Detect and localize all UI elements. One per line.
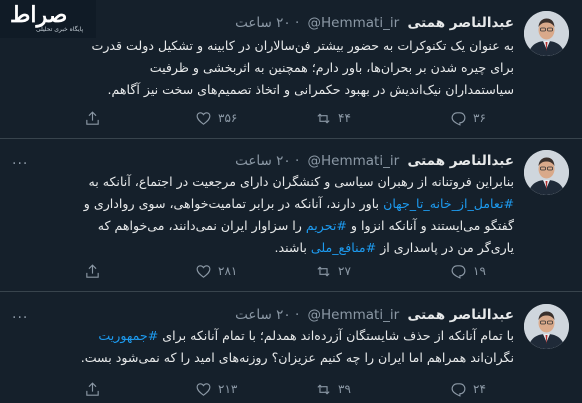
tweet-line-text: را سزاوار ایران نمی‌دانند، می‌خواهم که: [97, 218, 306, 233]
retweet-count: ۳۹: [338, 382, 351, 396]
heart-icon: [196, 382, 211, 396]
retweet-icon: [317, 265, 330, 277]
reply-button[interactable]: ۱۹: [450, 261, 486, 281]
site-logo: صراط پایگاه خبری تحلیلی: [0, 0, 96, 38]
separator-dot: ·: [294, 153, 300, 169]
retweet-icon: [317, 112, 330, 124]
hashtag-link[interactable]: #تعامل_از_خانه_تا_جهان: [383, 196, 514, 211]
author-name[interactable]: عبدالناصر همتی: [407, 307, 514, 323]
more-icon[interactable]: ···: [12, 156, 28, 172]
tweet-line-text: باور دارند، آنانکه در برابر تمامیت‌خواهی…: [83, 196, 384, 211]
share-icon: [86, 263, 99, 278]
author-handle[interactable]: @Hemmati_ir: [308, 153, 400, 169]
reply-icon: [451, 264, 466, 279]
tweet-line-text: باشند.: [274, 240, 311, 255]
tweet-time[interactable]: ۲۰ ساعت: [235, 153, 291, 169]
author-name[interactable]: عبدالناصر همتی: [407, 15, 514, 31]
tweet-actions: ۳۵۶ ۴۴ ۳۶: [60, 108, 490, 128]
tweet-actions: ۲۸۱ ۲۷ ۱۹: [60, 261, 490, 281]
tweet-line: به عنوان یک تکنوکرات به حضور بیشتر فن‌سا…: [91, 38, 514, 53]
tweet-line: یاری‌گر من در پاسداری از #منافع_ملی باشن…: [6, 237, 514, 259]
author-handle[interactable]: @Hemmati_ir: [308, 15, 400, 31]
avatar-photo: [524, 304, 569, 349]
retweet-count: ۴۴: [338, 111, 351, 125]
tweet[interactable]: ··· عبدالناصر همتی @Hemmati_ir · ۲۰ ساعت…: [0, 296, 582, 403]
tweet-line: نگران‌اند همراهم اما ایران را چه کنیم عز…: [80, 350, 514, 365]
hashtag-link[interactable]: #جمهوریت: [98, 328, 158, 343]
tweet[interactable]: ··· عبدالناصر همتی @Hemmati_ir · ۲۰ ساعت…: [0, 142, 582, 289]
share-icon: [86, 381, 99, 396]
tweet-line-text: گفتگو می‌ایستند و آنانکه انزوا و: [346, 218, 514, 233]
share-button[interactable]: [84, 108, 101, 128]
tweet-line: #تعامل_از_خانه_تا_جهان باور دارند، آنانک…: [6, 193, 514, 215]
avatar[interactable]: [524, 304, 569, 349]
avatar-photo: [524, 150, 569, 195]
reply-icon: [451, 111, 466, 126]
tweet-time[interactable]: ۲۰ ساعت: [235, 15, 291, 31]
tweet-header: عبدالناصر همتی @Hemmati_ir · ۲۰ ساعت: [235, 13, 514, 33]
like-count: ۳۵۶: [218, 111, 238, 125]
heart-icon: [196, 264, 211, 278]
logo-subtitle: پایگاه خبری تحلیلی: [36, 26, 84, 33]
like-count: ۲۱۳: [218, 382, 238, 396]
tweet-line: سیاستمداران نیک‌اندیش در بهبود حکمرانی و…: [107, 82, 514, 97]
tweet-header: عبدالناصر همتی @Hemmati_ir · ۲۰ ساعت: [235, 151, 514, 171]
reply-button[interactable]: ۳۶: [450, 108, 486, 128]
avatar[interactable]: [524, 11, 569, 56]
tweet-line: گفتگو می‌ایستند و آنانکه انزوا و #تحریم …: [6, 215, 514, 237]
like-count: ۲۸۱: [218, 264, 238, 278]
like-button[interactable]: ۳۵۶: [195, 108, 237, 128]
tweet-line: بنابراین فروتنانه از رهبران سیاسی و کنشگ…: [88, 174, 514, 189]
tweet-line-text: با تمام آنانکه از حذف شایستگان آزرده‌اند…: [158, 328, 514, 343]
retweet-button[interactable]: ۲۷: [315, 261, 351, 281]
like-button[interactable]: ۲۸۱: [195, 261, 237, 281]
reply-count: ۳۶: [473, 111, 486, 125]
tweet-line: برای چیره شدن بر بحران‌ها، باور دارم؛ هم…: [149, 60, 514, 75]
tweet-line: با تمام آنانکه از حذف شایستگان آزرده‌اند…: [6, 325, 514, 347]
share-button[interactable]: [84, 261, 101, 281]
share-button[interactable]: [84, 379, 101, 399]
share-icon: [86, 110, 99, 125]
tweet-line-text: یاری‌گر من در پاسداری از: [376, 240, 514, 255]
retweet-button[interactable]: ۴۴: [315, 108, 351, 128]
retweet-count: ۲۷: [338, 264, 351, 278]
reply-count: ۱۹: [473, 264, 486, 278]
retweet-icon: [317, 383, 330, 395]
separator-dot: ·: [294, 307, 300, 323]
avatar[interactable]: [524, 150, 569, 195]
tweet-feed: ··· عبدالناصر همتی @Hemmati_ir · ۲۰ ساعت…: [0, 0, 582, 403]
separator-dot: ·: [294, 15, 300, 31]
divider: [0, 138, 582, 139]
tweet-time[interactable]: ۲۰ ساعت: [235, 307, 291, 323]
tweet-header: عبدالناصر همتی @Hemmati_ir · ۲۰ ساعت: [235, 305, 514, 325]
like-button[interactable]: ۲۱۳: [195, 379, 237, 399]
retweet-button[interactable]: ۳۹: [315, 379, 351, 399]
tweet-text: با تمام آنانکه از حذف شایستگان آزرده‌اند…: [6, 325, 514, 369]
tweet-text: به عنوان یک تکنوکرات به حضور بیشتر فن‌سا…: [6, 35, 514, 101]
reply-button[interactable]: ۲۴: [450, 379, 486, 399]
divider: [0, 291, 582, 292]
tweet-actions: ۲۱۳ ۳۹ ۲۴: [60, 379, 490, 399]
heart-icon: [196, 111, 211, 125]
author-name[interactable]: عبدالناصر همتی: [407, 153, 514, 169]
avatar-photo: [524, 11, 569, 56]
hashtag-link[interactable]: #منافع_ملی: [311, 240, 376, 255]
logo-text: صراط: [10, 2, 68, 28]
hashtag-link[interactable]: #تحریم: [306, 218, 347, 233]
reply-count: ۲۴: [473, 382, 486, 396]
reply-icon: [451, 382, 466, 397]
tweet-text: بنابراین فروتنانه از رهبران سیاسی و کنشگ…: [6, 171, 514, 259]
author-handle[interactable]: @Hemmati_ir: [308, 307, 400, 323]
more-icon[interactable]: ···: [12, 310, 28, 326]
